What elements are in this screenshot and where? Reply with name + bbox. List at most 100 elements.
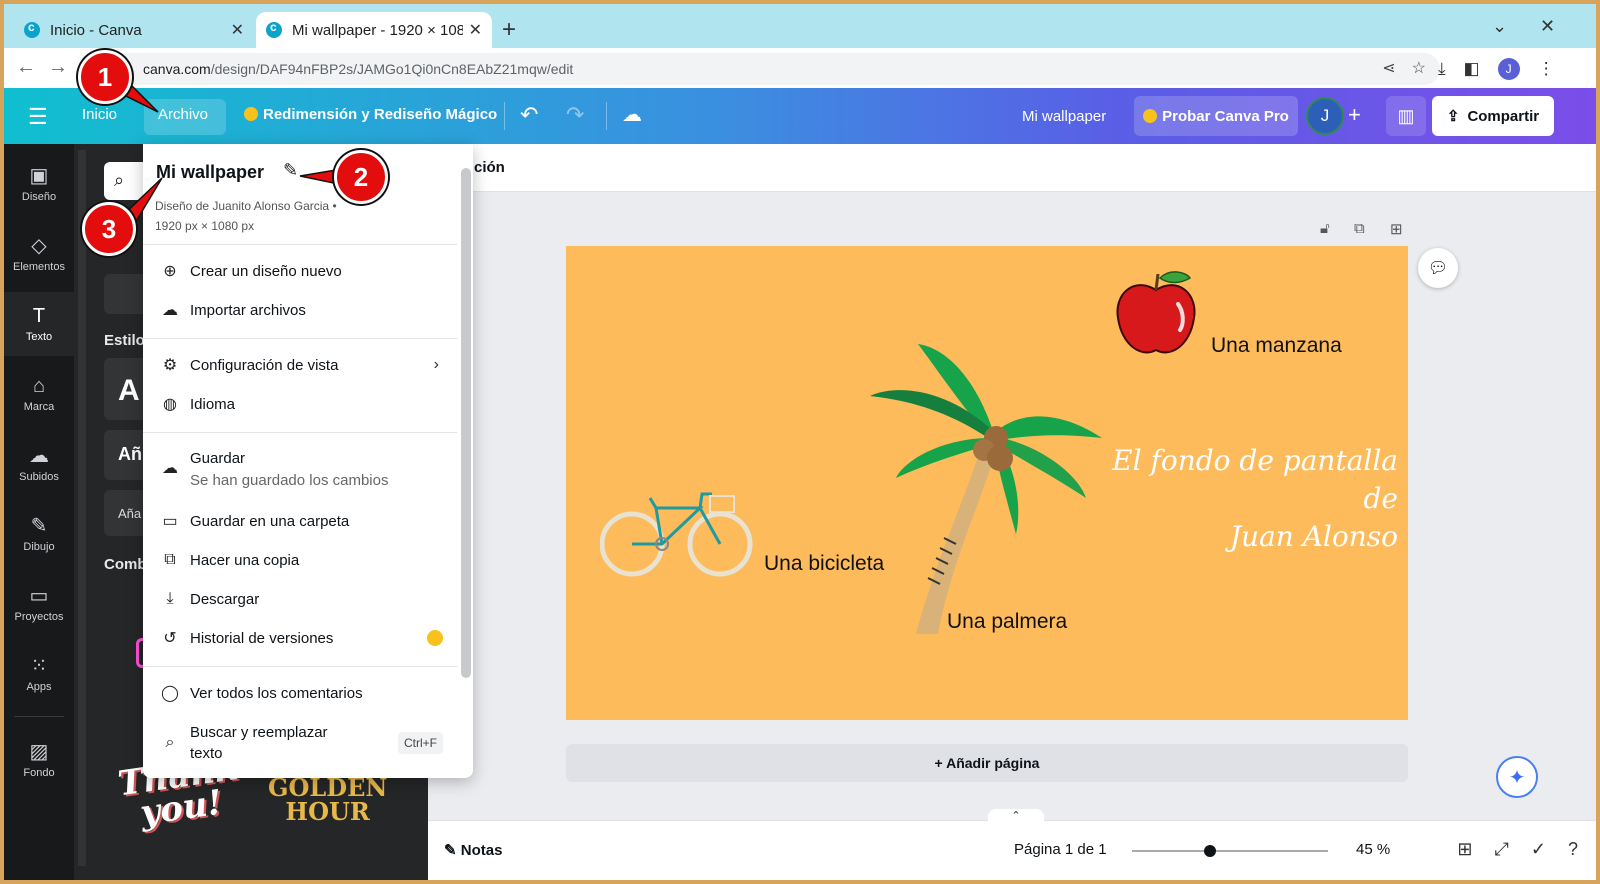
new-tab-icon[interactable]: + — [502, 16, 516, 44]
rail-item-design[interactable]: ▣ Diseño — [4, 152, 74, 216]
bicycle-caption[interactable]: Una bicicleta — [764, 552, 884, 576]
profile-avatar[interactable]: J — [1497, 58, 1520, 80]
duplicate-page-icon[interactable]: ⧉ — [1354, 220, 1365, 237]
share-page-icon[interactable]: ⋖ — [1382, 58, 1395, 78]
magic-resize-button[interactable]: Redimensión y Rediseño Mágico — [244, 106, 497, 123]
body-sample: Aña — [118, 506, 142, 521]
menu-item-download[interactable]: ⤓ Descargar — [143, 580, 457, 618]
pencil-icon[interactable]: ✎ — [283, 160, 298, 181]
bicycle-graphic[interactable] — [600, 486, 754, 578]
menu-scrollbar[interactable] — [461, 168, 471, 678]
redo-icon[interactable]: ↷ — [566, 102, 584, 128]
grid-view-icon[interactable]: ⊞ — [1457, 839, 1472, 860]
canvas-workarea: ción 🔓︎ ⧉ ⊞ Una manzana Una palmera Una … — [428, 144, 1596, 880]
url-bar[interactable]: canva.com/design/DAF94nFBP2s/JAMGo1Qi0nC… — [96, 53, 1440, 85]
menu-item-comments[interactable]: ◯ Ver todos los comentarios — [143, 674, 457, 712]
back-arrow-icon[interactable]: ← — [16, 56, 36, 79]
undo-icon[interactable]: ↶ — [520, 102, 538, 128]
script-line1: El fondo de pantalla de — [1112, 444, 1398, 515]
browser-menu-icon[interactable]: ⋮ — [1538, 59, 1555, 79]
golden-hour-combo-preview[interactable]: GOLDEN HOUR — [268, 776, 387, 824]
menu-item-find-replace[interactable]: ⌕ Buscar y reemplazar texto Ctrl+F — [143, 718, 457, 766]
insights-chart-icon[interactable]: ▥ — [1386, 96, 1426, 136]
zoom-level[interactable]: 45 % — [1356, 841, 1390, 858]
side-panel-icon[interactable]: ◧ — [1464, 59, 1480, 79]
design-canvas[interactable]: Una manzana Una palmera Una bicicleta El… — [566, 246, 1408, 720]
check-icon[interactable]: ✓ — [1531, 839, 1546, 860]
menu-item-label: Importar archivos — [190, 301, 306, 319]
add-collaborator-icon[interactable]: + — [1348, 102, 1361, 128]
zoom-slider-knob[interactable] — [1204, 845, 1217, 857]
context-toolbar-text[interactable]: ción — [474, 159, 505, 176]
rail-item-text[interactable]: T Texto — [4, 292, 74, 356]
add-page-button[interactable]: + Añadir página — [566, 744, 1408, 782]
rail-item-draw[interactable]: ✎ Dibujo — [4, 502, 74, 566]
canva-favicon-icon — [24, 20, 40, 38]
rail-item-background[interactable]: ▨ Fondo — [4, 728, 74, 792]
window-close-icon[interactable]: ✕ — [1540, 16, 1555, 37]
browser-tab-wallpaper[interactable]: Mi wallpaper - 1920 × 108 ✕ — [256, 12, 492, 48]
add-comment-icon[interactable]: 💬︎ — [1418, 248, 1458, 288]
fullscreen-icon[interactable]: ⤢ — [1494, 839, 1508, 860]
address-row: ← → canva.com/design/DAF94nFBP2s/JAMGo1Q… — [4, 48, 1596, 88]
add-page-icon[interactable]: ⊞ — [1390, 220, 1403, 238]
notes-icon: ✎ — [444, 842, 461, 859]
menu-item-label: Buscar y reemplazar — [190, 724, 328, 741]
wallpaper-script-title[interactable]: El fondo de pantalla de Juan Alonso — [1108, 442, 1398, 556]
zoom-slider[interactable] — [1132, 845, 1328, 857]
menu-item-new-design[interactable]: ⊕ Crear un diseño nuevo — [143, 252, 457, 290]
close-tab-icon[interactable]: ✕ — [231, 20, 244, 40]
magic-sparkle-icon[interactable]: ✦ — [1496, 756, 1538, 798]
notes-button[interactable]: ✎ Notas — [444, 841, 502, 859]
try-pro-button[interactable]: Probar Canva Pro — [1134, 96, 1298, 136]
palm-caption[interactable]: Una palmera — [947, 610, 1067, 634]
globe-icon: ◍ — [163, 396, 177, 413]
rail-item-apps[interactable]: ⁙ Apps — [4, 642, 74, 706]
page-indicator[interactable]: Página 1 de 1 — [1014, 841, 1107, 858]
url-path: /design/DAF94nFBP2s/JAMGo1Qi0nCn8EAbZ21m… — [210, 61, 574, 77]
new-design-icon: ⊕ — [163, 263, 177, 280]
menu-item-version-history[interactable]: ↺ Historial de versiones — [143, 619, 457, 657]
file-menu-button[interactable]: Archivo — [158, 106, 208, 123]
menu-item-import[interactable]: ☁ Importar archivos — [143, 291, 457, 329]
upload-share-icon: ⇪ — [1446, 108, 1460, 125]
menu-item-label: Ver todos los comentarios — [190, 684, 363, 702]
rail-item-brand[interactable]: ⌂ Marca — [4, 362, 74, 426]
panel-scrollbar[interactable] — [78, 150, 86, 866]
help-icon[interactable]: ? — [1568, 839, 1578, 860]
download-icon[interactable]: ⤓ — [1438, 59, 1446, 79]
tab-search-chevron-icon[interactable]: ⌄ — [1492, 16, 1507, 37]
rail-item-elements[interactable]: ◇ Elementos — [4, 222, 74, 286]
home-link[interactable]: Inicio — [82, 106, 117, 123]
apple-caption[interactable]: Una manzana — [1211, 334, 1342, 358]
menu-item-label: Guardar — [190, 450, 246, 467]
forward-arrow-icon[interactable]: → — [48, 56, 68, 79]
expand-pages-chevron-icon[interactable]: ⌃ — [988, 809, 1044, 823]
annotation-badge-3: 3 — [82, 202, 136, 256]
menu-item-label: Hacer una copia — [190, 551, 300, 569]
palm-tree-graphic[interactable] — [866, 338, 1106, 638]
text-icon: T — [32, 304, 46, 327]
layout-icon: ▣ — [29, 164, 49, 187]
rail-item-projects[interactable]: ▭ Proyectos — [4, 572, 74, 636]
close-tab-icon[interactable]: ✕ — [469, 20, 482, 40]
bookmark-star-icon[interactable]: ☆ — [1412, 58, 1426, 78]
menu-item-save[interactable]: ☁ Guardar Se han guardado los cambios — [143, 440, 457, 496]
user-avatar[interactable]: J — [1306, 97, 1344, 135]
menu-divider — [143, 666, 457, 667]
menu-item-label: Crear un diseño nuevo — [190, 262, 342, 280]
menu-item-save-folder[interactable]: ▭ Guardar en una carpeta — [143, 502, 457, 540]
menu-item-label: Idioma — [190, 395, 236, 413]
apple-graphic[interactable] — [1114, 268, 1198, 358]
rail-item-uploads[interactable]: ☁ Subidos — [4, 432, 74, 496]
hamburger-menu-icon[interactable]: ☰ — [28, 104, 48, 130]
design-title[interactable]: Mi wallpaper — [156, 162, 264, 183]
menu-item-copy[interactable]: ⧉ Hacer una copia — [143, 541, 457, 579]
lock-page-icon[interactable]: 🔓︎ — [1320, 220, 1330, 237]
share-button[interactable]: ⇪ Compartir — [1432, 96, 1554, 136]
cloud-saved-icon[interactable]: ☁ — [622, 102, 642, 127]
menu-item-view-settings[interactable]: ⚙ Configuración de vista › — [143, 346, 457, 384]
browser-tab-inicio[interactable]: Inicio - Canva ✕ — [14, 12, 254, 48]
menu-item-language[interactable]: ◍ Idioma — [143, 385, 457, 423]
design-name-label[interactable]: Mi wallpaper — [1022, 108, 1106, 125]
